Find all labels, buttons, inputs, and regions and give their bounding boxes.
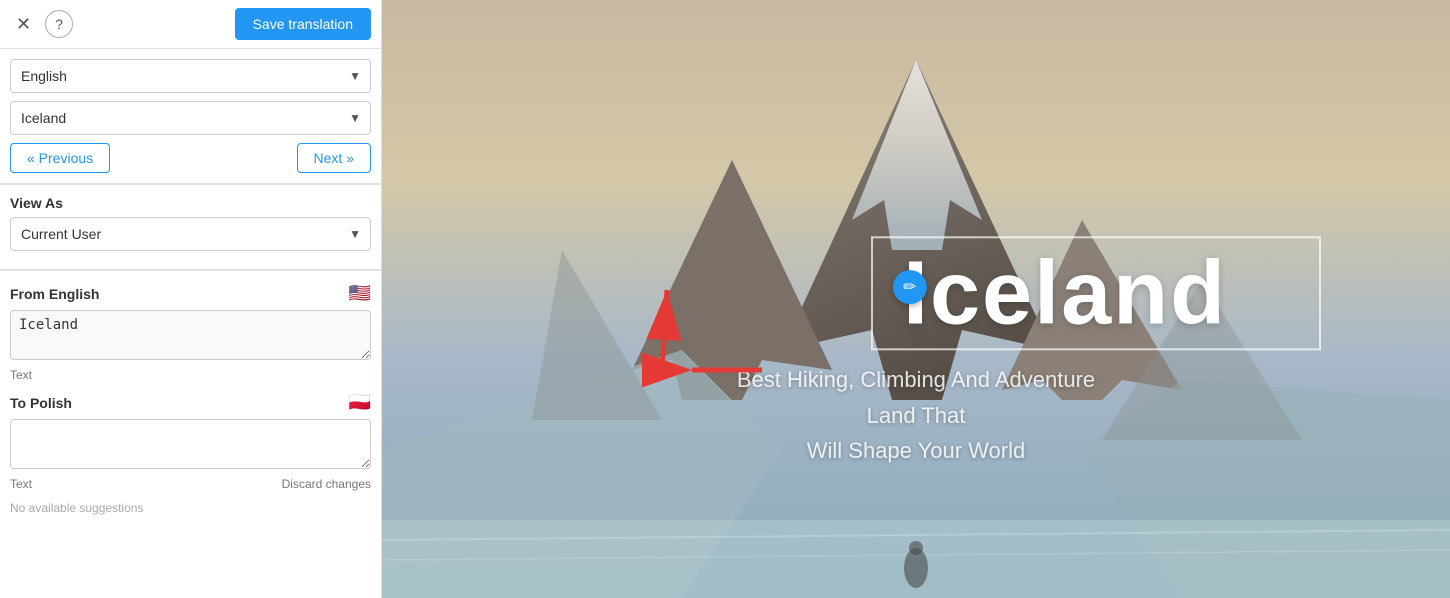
to-field-type: Text	[10, 477, 32, 491]
from-field-type: Text	[10, 368, 32, 382]
view-as-select-wrapper: Current User Admin Guest ▼	[10, 217, 371, 251]
view-as-label: View As	[10, 195, 371, 211]
sub-line-2: Land That	[382, 398, 1450, 433]
from-field-meta: Text	[10, 368, 371, 382]
sub-line-3: Will Shape Your World	[382, 433, 1450, 468]
language-select[interactable]: English French German Spanish Polish	[10, 59, 371, 93]
from-translation-textarea[interactable]: Iceland	[10, 310, 371, 360]
view-as-section: View As Current User Admin Guest ▼	[0, 185, 381, 271]
close-button[interactable]: ✕	[10, 10, 37, 39]
discard-changes-link[interactable]: Discard changes	[282, 477, 371, 491]
from-section-title: From English	[10, 286, 99, 302]
to-translation-textarea[interactable]	[10, 419, 371, 469]
from-section-header: From English 🇺🇸	[10, 283, 371, 304]
sub-text: Best Hiking, Climbing And Adventure Land…	[382, 362, 1450, 468]
sub-line-1: Best Hiking, Climbing And Adventure	[382, 362, 1450, 397]
close-icon: ✕	[16, 14, 31, 35]
save-translation-button[interactable]: Save translation	[235, 8, 371, 40]
main-content-area: ✏ Iceland Best Hiking, Climbing And Adve…	[382, 0, 1450, 598]
from-flag: 🇺🇸	[349, 283, 371, 304]
to-flag: 🇵🇱	[349, 392, 371, 413]
iceland-text-box: Iceland	[871, 236, 1321, 350]
to-section-title: To Polish	[10, 395, 72, 411]
iceland-hero-text: Iceland	[903, 243, 1227, 343]
sidebar: ✕ ? Save translation English French Germ…	[0, 0, 382, 598]
help-button[interactable]: ?	[45, 10, 73, 38]
to-field-meta: Text Discard changes	[10, 477, 371, 491]
country-select[interactable]: Iceland Switzerland Norway Canada	[10, 101, 371, 135]
language-select-wrapper: English French German Spanish Polish ▼	[10, 59, 371, 93]
help-icon: ?	[55, 16, 63, 32]
edit-icon-button[interactable]: ✏	[893, 270, 927, 304]
no-suggestions-text: No available suggestions	[10, 501, 371, 515]
previous-button[interactable]: « Previous	[10, 143, 110, 173]
nav-buttons: « Previous Next »	[10, 143, 371, 173]
controls-section: English French German Spanish Polish ▼ I…	[0, 49, 381, 185]
translation-section: From English 🇺🇸 Iceland Text To Polish 🇵…	[0, 271, 381, 598]
to-section-header: To Polish 🇵🇱	[10, 392, 371, 413]
country-select-wrapper: Iceland Switzerland Norway Canada ▼	[10, 101, 371, 135]
next-button[interactable]: Next »	[297, 143, 371, 173]
view-as-select[interactable]: Current User Admin Guest	[10, 217, 371, 251]
toolbar: ✕ ? Save translation	[0, 0, 381, 49]
